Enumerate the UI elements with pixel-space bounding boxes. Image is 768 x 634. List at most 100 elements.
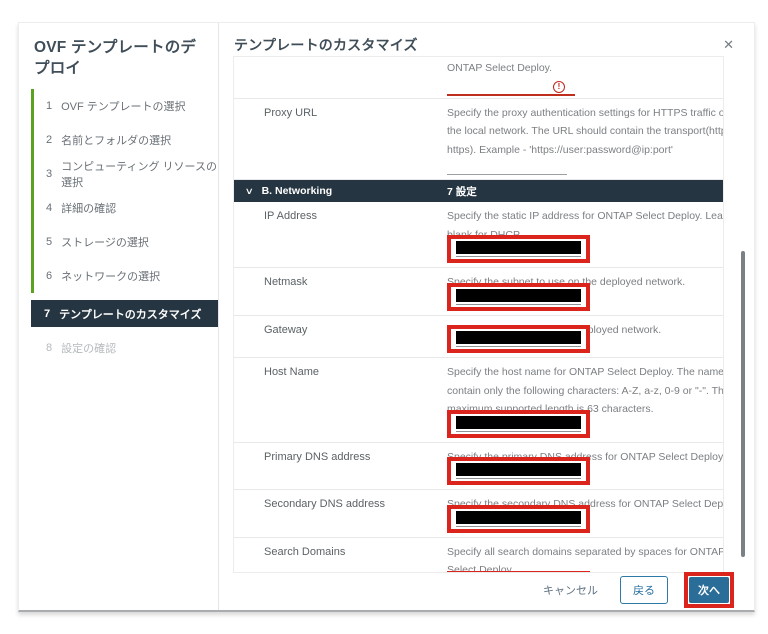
field-description-line: Specify all search domains separated by … — [447, 543, 713, 562]
step-number: 5 — [46, 236, 52, 248]
chevron-down-icon: ∨ — [245, 186, 254, 197]
sidebar-step-2[interactable]: 2 名前とフォルダの選択 — [31, 123, 218, 157]
cancel-button[interactable]: キャンセル — [537, 581, 604, 599]
redaction-annotation — [456, 416, 581, 429]
field-input-redacted[interactable] — [447, 325, 590, 353]
step-label: 設定の確認 — [61, 340, 116, 356]
wizard-steps: 1 OVF テンプレートの選択 2 名前とフォルダの選択 3 コンピューティング… — [19, 89, 218, 365]
redaction-annotation — [456, 463, 581, 476]
next-button[interactable]: 次へ — [689, 577, 729, 603]
field-label: Host Name — [234, 358, 447, 442]
sidebar-step-8: 8 設定の確認 — [34, 331, 218, 365]
field-label: Gateway — [234, 316, 447, 358]
field-label: IP Address — [234, 202, 447, 267]
input-underline — [456, 256, 581, 257]
error-icon: ! — [553, 81, 565, 93]
field-input-redacted[interactable] — [447, 283, 590, 311]
sidebar-step-1[interactable]: 1 OVF テンプレートの選択 — [31, 89, 218, 123]
step-number: 8 — [46, 342, 52, 354]
field-label: Proxy URL — [234, 99, 447, 180]
wizard-footer: キャンセル 戻る 次へ — [233, 574, 734, 606]
sidebar-step-5[interactable]: 5 ストレージの選択 — [31, 225, 218, 259]
input-underline — [456, 304, 581, 305]
field-value: Specify the subnet to use on the deploye… — [447, 268, 723, 315]
input-underline — [456, 346, 581, 347]
step-number: 4 — [46, 202, 52, 214]
form-row: IP Address Specify the static IP address… — [234, 202, 723, 268]
annotation-highlight-box: 次へ — [684, 572, 734, 608]
input-underline — [456, 431, 581, 432]
step-label: 詳細の確認 — [61, 200, 116, 216]
wizard-title: OVF テンプレートのデプロイ — [34, 37, 203, 79]
input-underline — [456, 526, 581, 527]
step-label: ストレージの選択 — [61, 234, 149, 250]
field-description-line: the local network. The URL should contai… — [447, 122, 713, 141]
step-number: 3 — [46, 168, 52, 180]
template-properties-list: ONTAP Select Deploy. ! Proxy URL Specify… — [233, 56, 724, 573]
field-input[interactable] — [447, 162, 567, 175]
form-row: ONTAP Select Deploy. ! — [234, 57, 723, 99]
field-description-line: Specify the host name for ONTAP Select D… — [447, 363, 713, 382]
form-row: Gateway Specify the gateway on the deplo… — [234, 316, 723, 359]
close-icon[interactable]: ✕ — [723, 38, 734, 51]
form-row: Search Domains Specify all search domain… — [234, 538, 723, 574]
redaction-annotation — [456, 331, 581, 344]
back-button[interactable]: 戻る — [620, 576, 668, 604]
sidebar-step-4[interactable]: 4 詳細の確認 — [31, 191, 218, 225]
form-row: Netmask Specify the subnet to use on the… — [234, 268, 723, 316]
section-name: B. Networking — [262, 185, 333, 197]
redaction-annotation — [456, 241, 581, 254]
field-label — [234, 57, 447, 98]
step-label: コンピューティング リソースの選択 — [61, 158, 218, 190]
redaction-annotation — [456, 289, 581, 302]
step-number: 7 — [44, 308, 50, 320]
scrollbar-thumb[interactable] — [741, 251, 745, 557]
input-underline — [456, 478, 581, 479]
form-row: Proxy URL Specify the proxy authenticati… — [234, 99, 723, 181]
form-row: Primary DNS address Specify the primary … — [234, 443, 723, 491]
field-input-redacted[interactable] — [447, 505, 590, 533]
page-title: テンプレートのカスタマイズ — [234, 35, 754, 55]
field-value: Specify the secondary DNS address for ON… — [447, 490, 723, 537]
field-label: Netmask — [234, 268, 447, 315]
field-description: Specify the proxy authentication setting… — [447, 104, 713, 160]
step-number: 1 — [46, 100, 52, 112]
field-value: ONTAP Select Deploy. ! — [447, 57, 723, 98]
field-value: Specify the gateway on the deployed netw… — [447, 316, 723, 358]
field-value: Specify the static IP address for ONTAP … — [447, 202, 723, 267]
sidebar-step-7[interactable]: 7 テンプレートのカスタマイズ — [31, 300, 218, 327]
field-value: Specify the primary DNS address for ONTA… — [447, 443, 723, 490]
section-title: ∨ B. Networking — [234, 185, 447, 197]
field-input-error[interactable]: ! — [447, 80, 575, 96]
step-number: 2 — [46, 134, 52, 146]
sidebar-step-6[interactable]: 6 ネットワークの選択 — [31, 259, 218, 293]
field-input-redacted[interactable] — [447, 571, 590, 574]
field-input-redacted[interactable] — [447, 457, 590, 485]
field-description-line: Specify the static IP address for ONTAP … — [447, 207, 713, 226]
field-description-line: Specify the proxy authentication setting… — [447, 104, 713, 123]
step-label: テンプレートのカスタマイズ — [59, 306, 201, 322]
field-value: Specify the proxy authentication setting… — [447, 99, 723, 180]
step-number: 6 — [46, 270, 52, 282]
field-label: Secondary DNS address — [234, 490, 447, 537]
section-settings-count: 7 設定 — [447, 184, 477, 199]
field-description-line: https). Example - 'https://user:password… — [447, 141, 713, 160]
field-description-line: ONTAP Select Deploy. — [447, 59, 713, 78]
step-label: 名前とフォルダの選択 — [61, 132, 171, 148]
step-label: OVF テンプレートの選択 — [61, 98, 185, 114]
wizard-sidebar: OVF テンプレートのデプロイ 1 OVF テンプレートの選択 2 名前とフォル… — [19, 23, 219, 610]
field-input-redacted[interactable] — [447, 410, 590, 438]
field-value: Specify all search domains separated by … — [447, 538, 723, 574]
field-description-line: contain only the following characters: A… — [447, 382, 713, 401]
deploy-ovf-template-dialog: OVF テンプレートのデプロイ 1 OVF テンプレートの選択 2 名前とフォル… — [18, 22, 755, 612]
field-description: ONTAP Select Deploy. — [447, 59, 713, 78]
form-row: Host Name Specify the host name for ONTA… — [234, 358, 723, 443]
sidebar-step-3[interactable]: 3 コンピューティング リソースの選択 — [31, 157, 218, 191]
field-label: Primary DNS address — [234, 443, 447, 490]
wizard-main-panel: テンプレートのカスタマイズ ✕ ONTAP Select Deploy. ! P… — [219, 23, 754, 610]
field-input-redacted[interactable] — [447, 235, 590, 263]
field-description: Specify all search domains separated by … — [447, 543, 713, 574]
step-label: ネットワークの選択 — [61, 268, 160, 284]
field-value: Specify the host name for ONTAP Select D… — [447, 358, 723, 442]
section-header[interactable]: ∨ B. Networking 7 設定 — [234, 180, 723, 202]
